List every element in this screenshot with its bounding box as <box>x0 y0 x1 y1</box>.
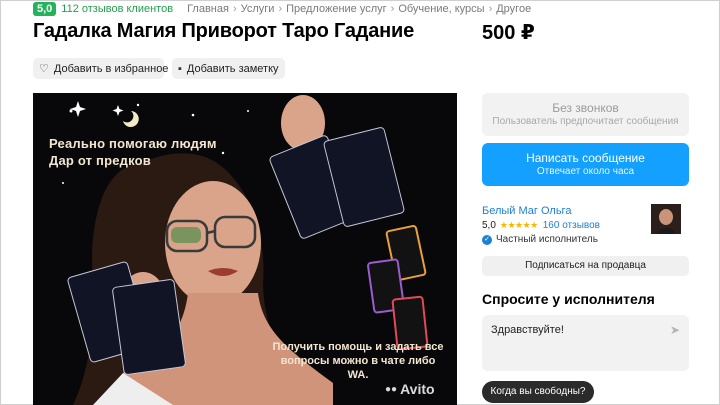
photo-caption-line1: Реально помогаю людям <box>49 136 217 151</box>
listing-price: 500 ₽ <box>482 22 535 44</box>
seller-type: ✓ Частный исполнитель <box>482 234 598 245</box>
photo-caption: Реально помогаю людям Дар от предков <box>49 135 217 169</box>
write-message-subtitle: Отвечает около часа <box>536 166 635 177</box>
breadcrumb-other[interactable]: Другое <box>496 3 531 15</box>
ask-message-input[interactable] <box>491 324 651 336</box>
breadcrumb-services[interactable]: Услуги <box>241 3 275 15</box>
ask-message-box[interactable]: ➤ <box>482 315 689 371</box>
verified-check-icon: ✓ <box>482 234 492 245</box>
breadcrumb-separator: › <box>390 3 395 15</box>
add-to-favorites-button[interactable]: ♡ Добавить в избранное <box>33 58 168 79</box>
avito-watermark: ●● Avito <box>385 381 435 397</box>
note-icon: ▪ <box>178 62 182 75</box>
breadcrumb-home[interactable]: Главная <box>187 3 229 15</box>
write-message-title: Написать сообщение <box>526 151 645 165</box>
no-calls-subtitle: Пользователь предпочитает сообщения <box>492 116 679 127</box>
breadcrumb-courses[interactable]: Обучение, курсы <box>398 3 484 15</box>
breadcrumb-separator: › <box>232 3 237 15</box>
avito-logo-icon: ●● <box>385 383 398 395</box>
ask-heading: Спросите у исполнителя <box>482 291 655 307</box>
seller-reviews-link[interactable]: 160 отзывов <box>543 220 600 231</box>
quick-question-button[interactable]: Когда вы свободны? <box>482 381 594 403</box>
seller-rating: 5,0 ★★★★★ 160 отзывов <box>482 220 600 231</box>
rating-badge: 5,0 <box>33 2 57 16</box>
listing-title: Гадалка Магия Приворот Таро Гадание <box>33 20 415 42</box>
subscribe-seller-button[interactable]: Подписаться на продавца <box>482 256 689 276</box>
add-note-label: Добавить заметку <box>186 62 279 75</box>
breadcrumb-offer[interactable]: Предложение услуг <box>286 3 387 15</box>
breadcrumb-separator: › <box>278 3 283 15</box>
add-note-button[interactable]: ▪ Добавить заметку <box>172 58 285 79</box>
seller-avatar[interactable] <box>651 204 681 234</box>
reviews-link[interactable]: 112 отзывов клиентов <box>61 3 173 15</box>
no-calls-title: Без звонков <box>552 101 619 115</box>
photo-caption-line2: Дар от предков <box>49 153 151 168</box>
no-calls-button[interactable]: Без звонков Пользователь предпочитает со… <box>482 93 689 136</box>
breadcrumb-separator: › <box>488 3 493 15</box>
heart-icon: ♡ <box>39 63 49 75</box>
rating-stars-icon: ★★★★★ <box>499 220 538 230</box>
send-icon[interactable]: ➤ <box>670 323 680 337</box>
seller-name-link[interactable]: Белый Маг Ольга <box>482 205 571 217</box>
write-message-button[interactable]: Написать сообщение Отвечает около часа <box>482 143 689 186</box>
top-line: 5,0 112 отзывов клиентов Главная › Услуг… <box>33 2 531 16</box>
seller-rating-value: 5,0 <box>482 220 496 231</box>
add-to-favorites-label: Добавить в избранное <box>53 62 169 75</box>
avito-watermark-text: Avito <box>400 381 435 397</box>
listing-photo[interactable]: Реально помогаю людям Дар от предков Пол… <box>33 93 457 405</box>
photo-bottom-text: Получить помощь и задать все вопросы мож… <box>272 341 444 381</box>
seller-type-label: Частный исполнитель <box>496 234 598 245</box>
